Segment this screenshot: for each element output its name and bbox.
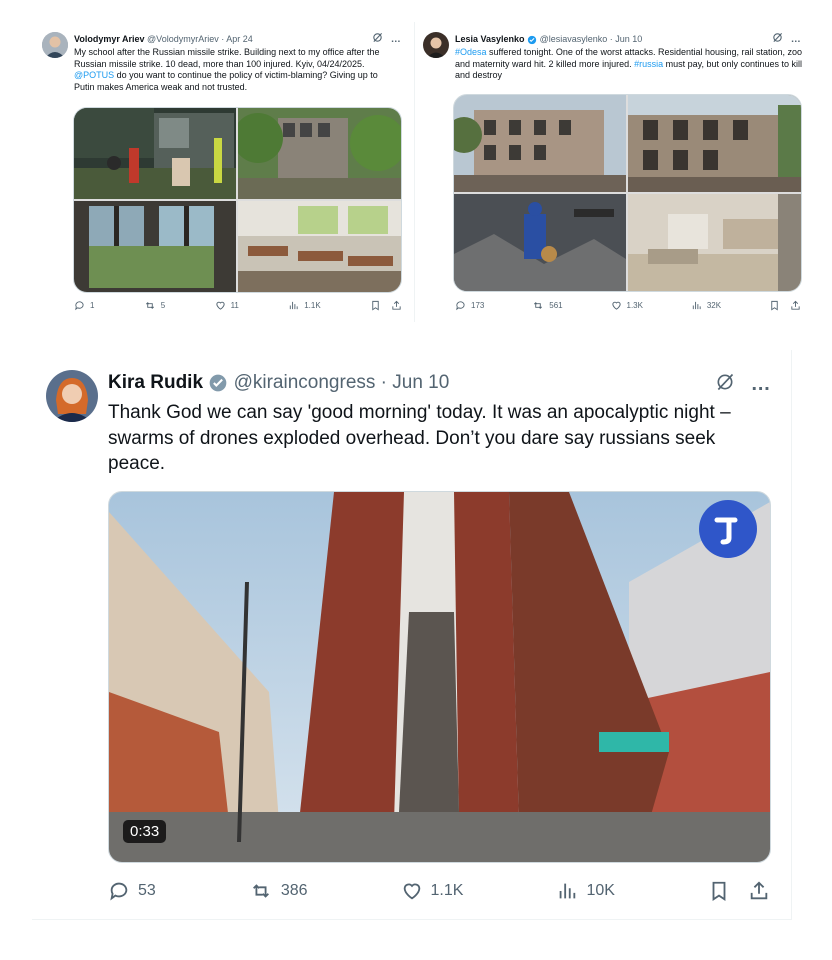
tweet-card-rudik[interactable]: Kira Rudik @kiraincongress · Jun 10 … Th… (32, 350, 792, 920)
photo-damaged-facade[interactable] (628, 95, 801, 192)
repost-count: 386 (280, 882, 308, 899)
reply-icon (456, 301, 465, 311)
share-icon[interactable] (748, 880, 770, 902)
like-button[interactable]: 11 (215, 300, 239, 311)
grok-icon[interactable] (372, 32, 383, 46)
reply-button[interactable]: 53 (108, 880, 156, 902)
like-count: 1.3K (626, 301, 643, 310)
avatar[interactable] (46, 370, 98, 422)
like-button[interactable]: 1.1K (401, 880, 464, 902)
repost-button[interactable]: 561 (532, 300, 563, 311)
bookmark-icon[interactable] (769, 300, 780, 311)
reply-count: 53 (138, 882, 156, 899)
reply-button[interactable]: 173 (455, 300, 484, 311)
reply-count: 1 (90, 301, 95, 310)
like-icon (403, 883, 420, 900)
video-source-logo (699, 500, 757, 558)
like-button[interactable]: 1.3K (611, 300, 643, 311)
grok-icon[interactable] (715, 372, 735, 398)
hashtag-link[interactable]: #russia (634, 59, 663, 69)
views-icon (290, 301, 298, 310)
repost-button[interactable]: 5 (144, 300, 165, 311)
avatar[interactable] (42, 32, 68, 58)
bookmark-icon[interactable] (708, 880, 730, 902)
mention-link[interactable]: @POTUS (74, 70, 114, 80)
like-count: 11 (230, 301, 239, 310)
views-count: 1.1K (304, 301, 321, 310)
tweet-text: Thank God we can say 'good morning' toda… (108, 402, 731, 475)
author-name[interactable]: Kira Rudik (108, 372, 203, 393)
photo-rescue-worker[interactable] (454, 194, 626, 291)
repost-icon (252, 884, 269, 898)
views-count: 32K (706, 301, 722, 310)
author-handle-date[interactable]: @VolodymyrAriev · Apr 24 (147, 34, 253, 44)
like-icon (215, 301, 225, 310)
reply-icon (75, 301, 84, 311)
photo-damaged-building[interactable] (454, 95, 626, 192)
views-icon (560, 883, 576, 899)
reply-icon (110, 882, 128, 901)
photo-grid[interactable] (453, 94, 802, 292)
video-thumbnail (109, 492, 770, 862)
reply-count: 173 (471, 301, 485, 310)
photo-window[interactable] (74, 201, 236, 292)
tweet-text: My school after the Russian missile stri… (74, 47, 396, 94)
more-icon[interactable]: … (391, 34, 401, 45)
verified-badge-icon (209, 374, 227, 392)
video-duration: 0:33 (123, 820, 167, 843)
share-icon[interactable] (391, 300, 402, 311)
action-bar: 173 561 1.3K 32K (455, 300, 801, 311)
author-name[interactable]: Lesia Vasylenko (455, 34, 525, 44)
reply-button[interactable]: 1 (74, 300, 94, 311)
tweet-text-part: My school after the Russian missile stri… (74, 47, 380, 69)
author-handle-date[interactable]: @kiraincongress · Jun 10 (234, 372, 450, 393)
views-button[interactable]: 10K (556, 880, 615, 902)
author-name[interactable]: Volodymyr Ariev (74, 34, 145, 44)
action-bar: 1 5 11 1.1K (74, 300, 402, 311)
tweet-card-vasylenko[interactable]: Lesia Vasylenko @lesiavasylenko · Jun 10… (414, 22, 810, 322)
more-icon[interactable]: … (751, 373, 771, 395)
verified-badge-icon (527, 35, 537, 44)
grok-icon[interactable] (772, 32, 783, 46)
tweet-card-ariev[interactable]: Volodymyr Ariev @VolodymyrAriev · Apr 24… (32, 22, 410, 322)
bookmark-icon[interactable] (370, 300, 381, 311)
tweet-text: #Odesa suffered tonight. One of the wors… (455, 47, 807, 82)
repost-count: 561 (549, 301, 563, 310)
repost-button[interactable]: 386 (249, 880, 308, 902)
video-player[interactable]: 0:33 (108, 491, 771, 863)
more-icon[interactable]: … (791, 34, 801, 45)
views-button[interactable]: 32K (691, 300, 721, 311)
repost-icon (145, 302, 154, 309)
photo-school-trees[interactable] (238, 108, 401, 199)
repost-count: 5 (160, 301, 166, 310)
like-icon (611, 301, 621, 310)
repost-icon (534, 302, 543, 309)
photo-classroom[interactable] (238, 201, 401, 292)
author-handle-date[interactable]: @lesiavasylenko · Jun 10 (540, 34, 643, 44)
views-button[interactable]: 1.1K (288, 300, 321, 311)
like-count: 1.1K (430, 882, 464, 899)
share-icon[interactable] (790, 300, 801, 311)
hashtag-link[interactable]: #Odesa (455, 47, 487, 57)
views-count: 10K (586, 882, 615, 899)
tweet-text-part: do you want to continue the policy of vi… (74, 70, 378, 93)
photo-school-rubble[interactable] (74, 108, 236, 199)
views-icon (692, 301, 701, 310)
photo-interior[interactable] (628, 194, 801, 291)
photo-grid[interactable] (73, 107, 402, 293)
avatar[interactable] (423, 32, 449, 58)
action-bar: 53 386 1.1K 10K (108, 880, 770, 902)
